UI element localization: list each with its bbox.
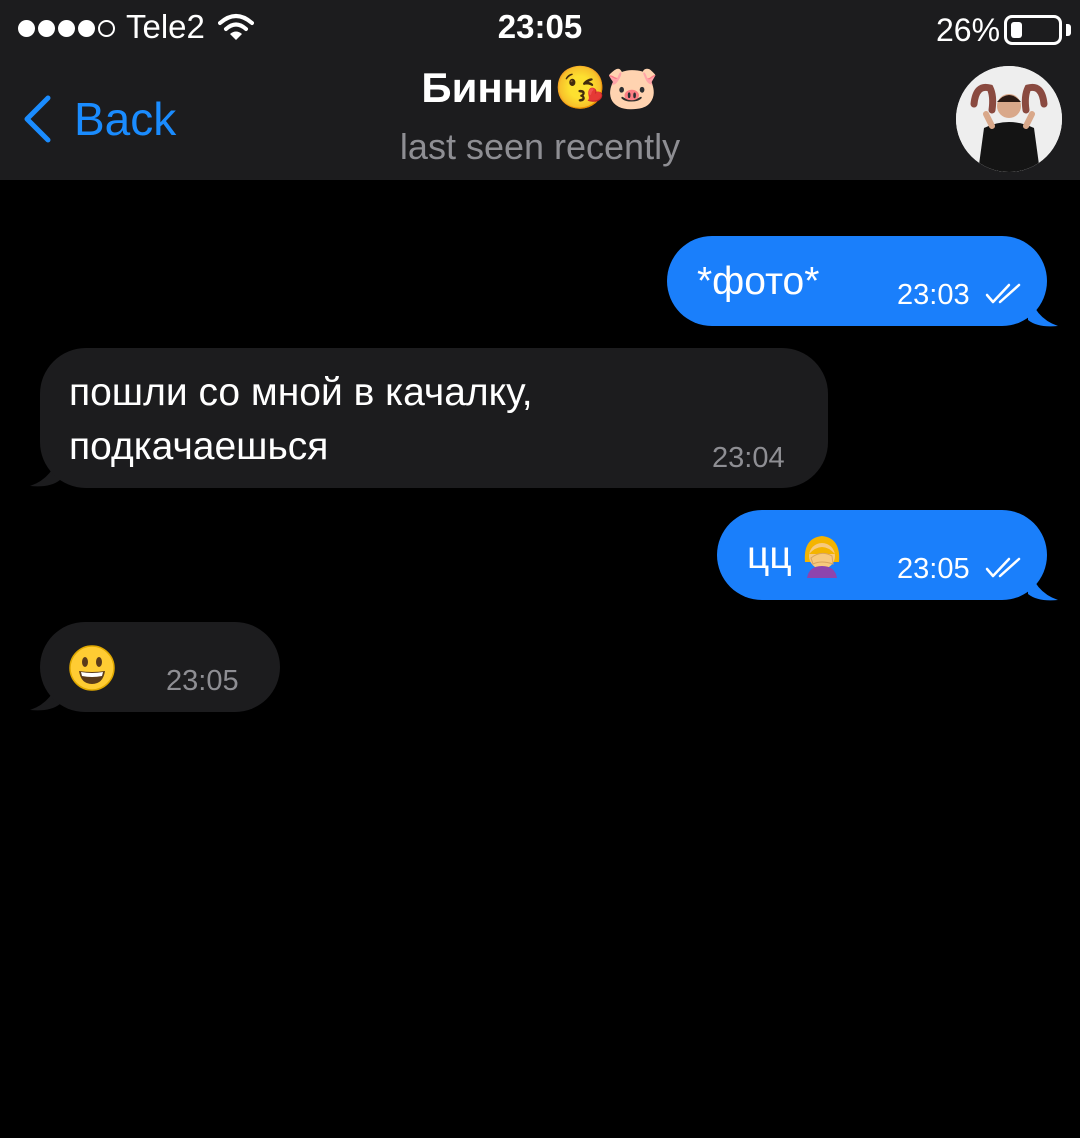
message-bubble-outgoing[interactable]: цц 23:05 [717, 510, 1047, 600]
woman-facepalming-icon [804, 536, 840, 578]
message-time: 23:03 [897, 279, 970, 311]
message-time: 23:04 [712, 442, 785, 474]
chat-status: last seen recently [399, 126, 681, 167]
chat-title[interactable]: Бинни😘🐷 [0, 64, 1080, 113]
message-bubble-outgoing[interactable]: *фото* 23:03 [667, 236, 1047, 326]
smiling-face-icon [69, 645, 115, 691]
avatar[interactable] [956, 66, 1062, 172]
double-check-icon [985, 557, 1021, 578]
message-text: цц [747, 534, 792, 577]
status-bar: Tele2 23:05 26% [0, 0, 1080, 60]
avatar-photo-icon [956, 66, 1062, 172]
message-bubble-incoming[interactable]: 23:05 [40, 622, 280, 712]
battery-percent: 26% [936, 12, 1001, 48]
message-time: 23:05 [166, 665, 239, 697]
battery-cap [1066, 24, 1071, 36]
message-bubble-incoming[interactable]: пошли со мной в качалку, подкачаешься 23… [40, 348, 828, 488]
message-text-line: пошли со мной в качалку, [69, 371, 533, 414]
message-text-line: подкачаешься [69, 425, 329, 468]
battery-icon [1004, 15, 1062, 45]
double-check-icon [985, 283, 1021, 304]
message-time: 23:05 [897, 553, 970, 585]
status-time: 23:05 [497, 8, 583, 45]
header: Tele2 23:05 26% Back Бинни😘🐷 last seen r… [0, 0, 1080, 180]
message-text: *фото* [697, 260, 820, 303]
